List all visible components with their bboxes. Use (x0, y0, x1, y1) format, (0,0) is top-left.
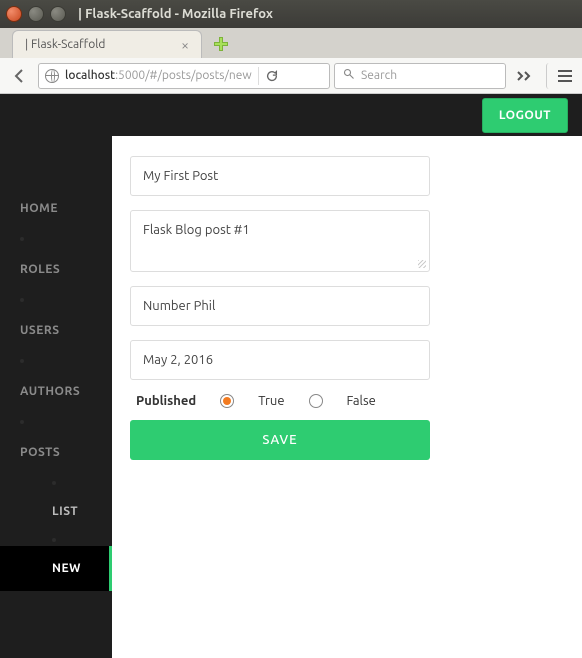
logout-button[interactable]: LOGOUT (482, 98, 568, 133)
app-topbar: LOGOUT (112, 94, 582, 136)
false-label: False (347, 394, 376, 408)
url-path: :5000/#/posts/posts/new (115, 69, 252, 82)
sidebar-item-users[interactable]: USERS (0, 306, 112, 355)
overflow-button[interactable] (510, 63, 540, 89)
published-true-radio[interactable] (220, 394, 234, 408)
globe-icon (45, 69, 59, 83)
sidebar-separator (20, 298, 24, 302)
sidebar-sub-list[interactable]: LIST (0, 489, 112, 534)
sidebar-separator (20, 420, 24, 424)
body-textarea[interactable]: Flask Blog post #1 (130, 210, 430, 272)
search-placeholder: Search (361, 69, 397, 82)
true-label: True (258, 394, 284, 408)
window-maximize-button[interactable] (50, 6, 66, 22)
new-post-form: My First Post Flask Blog post #1 Number … (130, 156, 564, 460)
main-content: LOGOUT My First Post Flask Blog post #1 … (112, 94, 582, 658)
sidebar-item-roles[interactable]: ROLES (0, 245, 112, 294)
sidebar-separator (52, 538, 56, 542)
window-minimize-button[interactable] (28, 6, 44, 22)
sidebar-item-home[interactable]: HOME (0, 184, 112, 233)
sidebar-separator (20, 359, 24, 363)
url-host: localhost (65, 69, 115, 82)
sidebar: HOME ROLES USERS AUTHORS POSTS LIST NEW (0, 94, 112, 658)
tab-strip: | Flask-Scaffold × (0, 28, 582, 58)
browser-tab[interactable]: | Flask-Scaffold × (12, 30, 202, 58)
tab-title: | Flask-Scaffold (25, 38, 105, 51)
published-false-radio[interactable] (309, 394, 323, 408)
sidebar-separator (52, 481, 56, 485)
back-button[interactable] (6, 62, 34, 90)
window-close-button[interactable] (6, 6, 22, 22)
hamburger-menu-button[interactable] (546, 63, 576, 89)
app-viewport: HOME ROLES USERS AUTHORS POSTS LIST NEW … (0, 94, 582, 658)
search-icon (343, 68, 355, 83)
window-titlebar: | Flask-Scaffold - Mozilla Firefox (0, 0, 582, 28)
sidebar-item-posts[interactable]: POSTS (0, 428, 112, 477)
url-bar[interactable]: localhost:5000/#/posts/posts/new (38, 63, 330, 89)
author-input[interactable]: Number Phil (130, 286, 430, 326)
date-input[interactable]: May 2, 2016 (130, 340, 430, 380)
new-tab-button[interactable] (210, 34, 232, 54)
reload-button[interactable] (258, 67, 285, 85)
sidebar-sub-new[interactable]: NEW (0, 546, 112, 591)
window-title: | Flask-Scaffold - Mozilla Firefox (78, 7, 273, 21)
browser-toolbar: localhost:5000/#/posts/posts/new Search (0, 58, 582, 94)
sidebar-separator (20, 237, 24, 241)
title-input[interactable]: My First Post (130, 156, 430, 196)
sidebar-item-authors[interactable]: AUTHORS (0, 367, 112, 416)
save-button[interactable]: SAVE (130, 420, 430, 460)
tab-close-button[interactable]: × (177, 37, 193, 53)
published-row: Published True False (136, 394, 564, 408)
published-label: Published (136, 394, 196, 408)
search-bar[interactable]: Search (334, 63, 506, 89)
